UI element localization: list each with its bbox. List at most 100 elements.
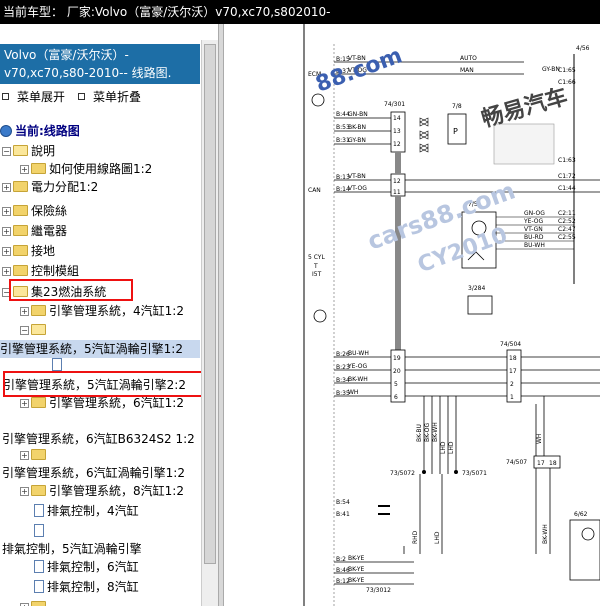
expand-node-icon[interactable]: + <box>2 183 11 192</box>
folder-icon <box>13 245 28 256</box>
tree-item-fuses[interactable]: + 保險絲 <box>2 202 67 220</box>
pin-2: 2 <box>510 381 514 388</box>
window-title-bar: 当前车型： 厂家:Volvo（富豪/沃尔沃）v70,xc70,s802010- <box>0 0 600 24</box>
tree-item-exhaust-6cyl[interactable]: 排氣控制，6汽缸 <box>34 558 139 576</box>
wire-bu-wh-r: BU-WH <box>524 242 545 249</box>
tree-item-how-to-use[interactable]: + 如何使用線路圖1:2 <box>20 160 152 178</box>
tree-item-power-distribution[interactable]: + 電力分配1:2 <box>2 178 98 196</box>
expand-node-icon[interactable]: + <box>20 451 29 460</box>
collapse-node-icon[interactable]: − <box>2 147 11 156</box>
folder-icon <box>13 265 28 276</box>
tree-item-engine-8cyl[interactable]: + 引擎管理系統，8汽缸1:2 <box>20 482 184 500</box>
expand-node-icon[interactable]: + <box>2 267 11 276</box>
wire-bk-wh-v: BK-WH <box>432 422 439 442</box>
tree-item-control-modules[interactable]: + 控制模組 <box>2 262 79 280</box>
pin-6: 6 <box>394 394 398 401</box>
folder-icon <box>31 601 46 606</box>
panel-header-line1: Volvo（富豪/沃尔沃）- <box>4 48 129 62</box>
pin-18: 18 <box>509 355 517 362</box>
pin-11: 11 <box>393 189 401 196</box>
pin-c1-66: C1:66 <box>558 79 576 86</box>
pin-c2-52: C2:52 <box>558 218 576 225</box>
tree-item-ground[interactable]: + 接地 <box>2 242 55 260</box>
pin-c1-65: C1:65 <box>558 67 576 74</box>
wire-ye-og-r: YE-OG <box>523 218 544 225</box>
tree-item-exhaust-5cyl-turbo[interactable]: 排氣控制，5汽缸渦輪引擎 <box>2 540 142 558</box>
tree-item-engine-4cyl[interactable]: + 引擎管理系統，4汽缸1:2 <box>20 302 184 320</box>
ecm-sensor-icon <box>313 309 327 323</box>
wire-lhd-3: LHD <box>434 531 441 544</box>
current-location[interactable]: 当前:线路图 <box>0 122 80 139</box>
connector-74-507-label: 74/507 <box>506 459 527 466</box>
connector-arrow-icon <box>419 143 429 153</box>
pin-13: 13 <box>393 128 401 135</box>
connector-arrow-icon <box>419 117 429 127</box>
cyl-label: 5 CYL <box>308 254 325 261</box>
globe-icon <box>0 125 12 137</box>
highlight-box-engine-5cyl-turbo-2 <box>3 371 207 397</box>
folder-icon <box>31 485 46 496</box>
wire-bk-og: BK-OG <box>424 423 431 442</box>
folder-open-icon <box>13 145 28 156</box>
wire-vt-og: VT-OG <box>348 67 367 74</box>
tree-scrollbar[interactable] <box>201 40 218 606</box>
collapse-menu-button[interactable]: 菜单折叠 <box>78 88 141 105</box>
scrollbar-thumb[interactable] <box>204 44 216 564</box>
expand-node-icon[interactable]: + <box>20 487 29 496</box>
document-icon <box>34 504 44 517</box>
folder-open-icon <box>31 324 46 335</box>
expand-node-icon[interactable]: + <box>20 307 29 316</box>
auto-label: AUTO <box>460 55 477 62</box>
tree-item-instructions[interactable]: − 說明 <box>2 142 55 160</box>
pin-12: 12 <box>393 141 401 148</box>
menu-actions: 菜单展开 菜单折叠 <box>0 86 200 106</box>
expand-menu-label: 菜单展开 <box>17 90 66 104</box>
tree-item-engine-5cyl-turbo-1[interactable]: 引擎管理系統，5汽缸渦輪引擎1:2 <box>0 340 200 358</box>
tree-item-exhaust-4cyl[interactable]: 排氣控制，4汽缸 <box>34 502 139 520</box>
pin-12b: 12 <box>393 178 401 185</box>
wire-lhd: LHD <box>440 441 447 454</box>
window-title: 当前车型： 厂家:Volvo（富豪/沃尔沃）v70,xc70,s802010- <box>3 5 331 19</box>
tree-panel: Volvo（富豪/沃尔沃）- v70,xc70,s80-2010-- 线路图. … <box>0 40 218 606</box>
folder-icon <box>13 225 28 236</box>
panel-header: Volvo（富豪/沃尔沃）- v70,xc70,s80-2010-- 线路图. <box>0 44 200 84</box>
tree-item-folder-small[interactable]: + <box>20 446 49 464</box>
expand-menu-button[interactable]: 菜单展开 <box>2 88 65 105</box>
wire-gn-bn: GN-BN <box>348 111 368 118</box>
wire-vt-bn: VT-BN <box>348 55 366 62</box>
wire-lhd-2: LHD <box>448 441 455 454</box>
tree-item-relays[interactable]: + 繼電器 <box>2 222 67 240</box>
pin-18b: 18 <box>549 460 557 467</box>
tree-item-exhaust-8cyl[interactable]: 排氣控制，8汽缸 <box>34 578 139 596</box>
fuel-sensor-7-51 <box>461 211 497 269</box>
tree-item-engine-6cyl-turbo[interactable]: 引擎管理系統，6汽缸渦輪引擎1:2 <box>2 464 185 482</box>
connector-74-301-label: 74/301 <box>384 101 405 108</box>
wire-bk-ye-3: BK-YE <box>348 577 365 584</box>
wire-wh: WH <box>348 389 358 396</box>
tree-item-engine-5cyl-folder[interactable]: − <box>20 321 49 339</box>
component-3-284 <box>467 295 493 315</box>
expand-node-icon[interactable]: + <box>20 399 29 408</box>
can-label: CAN <box>308 187 321 194</box>
expand-node-icon[interactable]: + <box>2 207 11 216</box>
expand-node-icon[interactable]: + <box>2 227 11 236</box>
wire-vt-bn-2: VT-BN <box>348 173 366 180</box>
collapse-menu-label: 菜单折叠 <box>93 90 142 104</box>
connector-73-5072-label: 73/5072 <box>390 470 415 477</box>
expand-node-icon[interactable]: + <box>20 165 29 174</box>
connector-73-3012-label: 73/3012 <box>366 587 391 594</box>
wire-bk-wh-v2: BK-WH <box>542 524 549 544</box>
connector-arrow-icon <box>419 130 429 140</box>
pin-17: 17 <box>509 368 517 375</box>
document-icon <box>34 560 44 573</box>
folder-icon <box>31 397 46 408</box>
connector-73-5071-label: 73/5071 <box>462 470 487 477</box>
tree-item-doc-2[interactable] <box>34 522 47 540</box>
wire-bk-bu: BK-BU <box>416 424 423 442</box>
collapse-node-icon[interactable]: − <box>20 326 29 335</box>
pin-c1-44: C1:44 <box>558 185 576 192</box>
pin-c2-47: C2:47 <box>558 226 576 233</box>
wire-gn-og: GN-OG <box>524 210 545 217</box>
tree-item-folder-bottom[interactable]: + <box>20 598 49 606</box>
expand-node-icon[interactable]: + <box>2 247 11 256</box>
